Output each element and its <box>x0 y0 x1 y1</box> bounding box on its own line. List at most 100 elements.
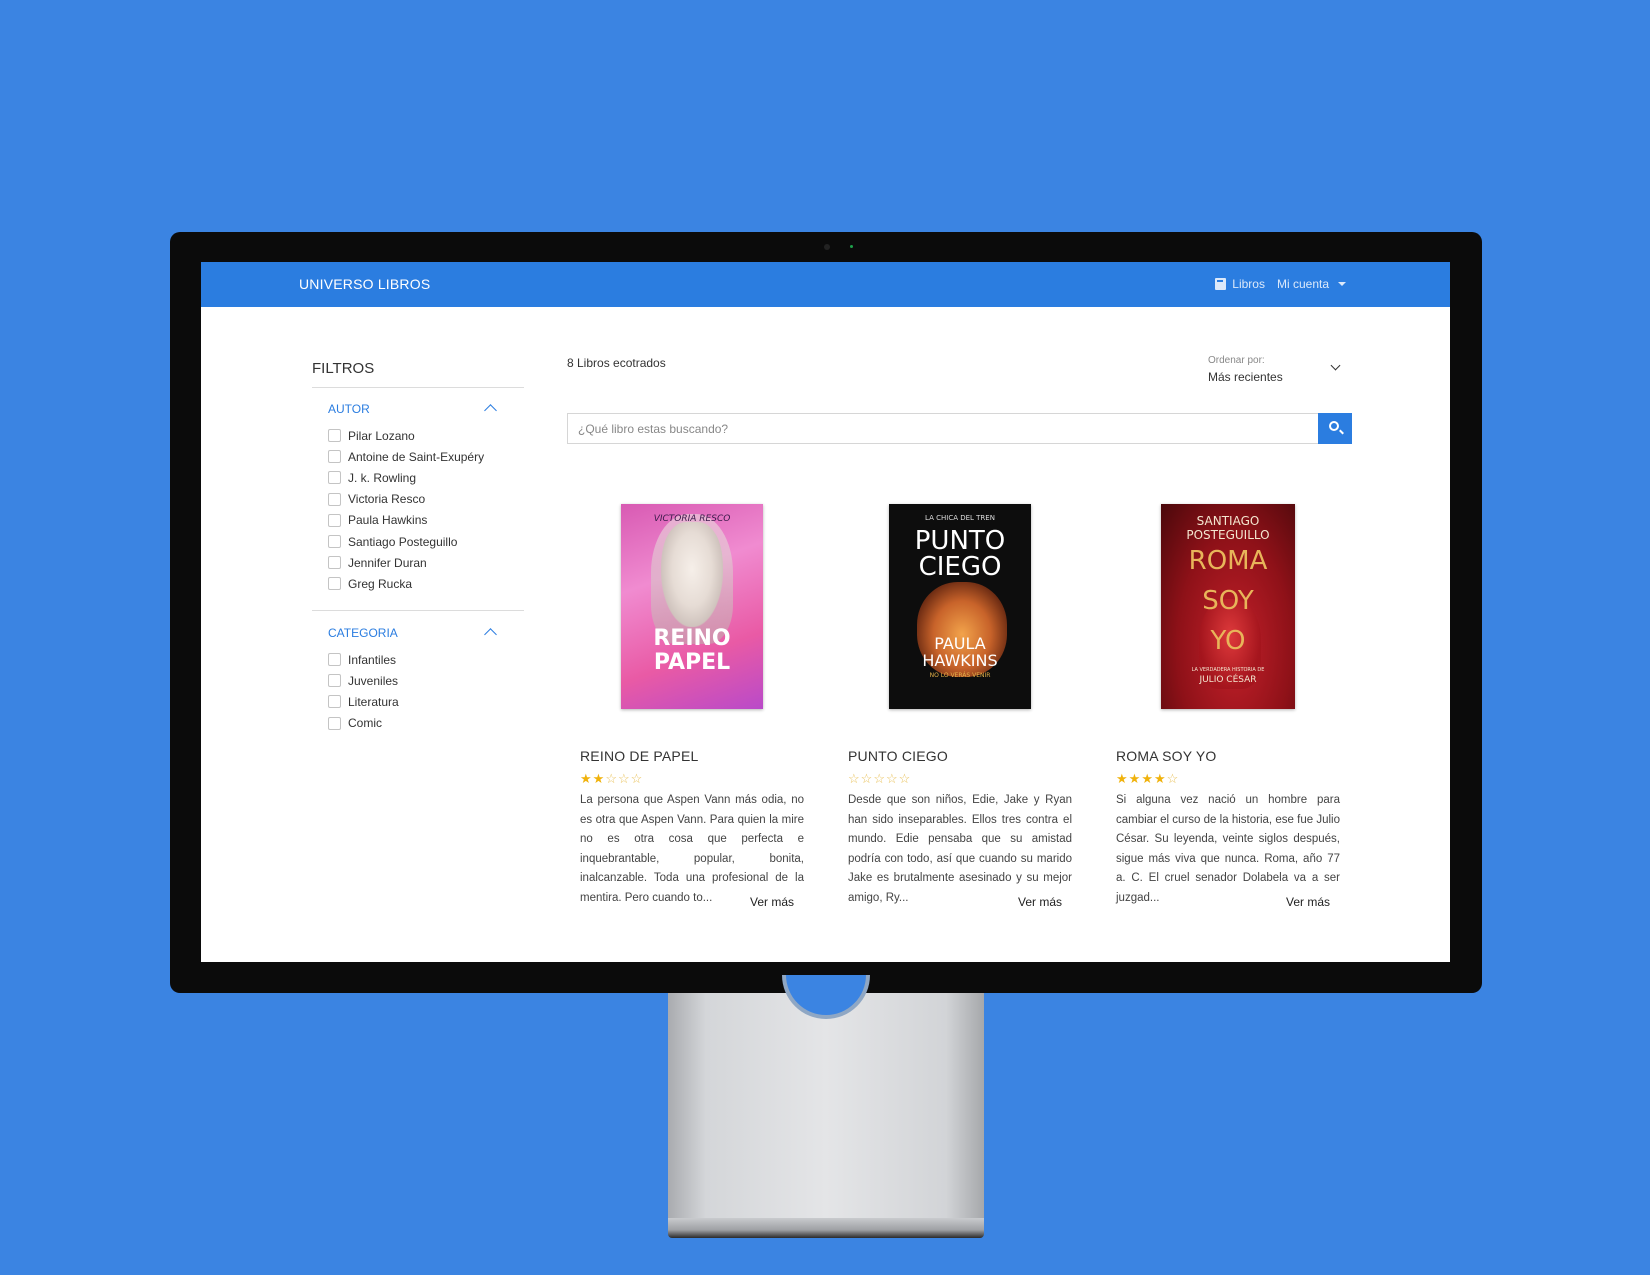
author-option[interactable]: Santiago Posteguillo <box>328 531 484 552</box>
search-icon <box>1329 421 1339 431</box>
author-option[interactable]: Greg Rucka <box>328 573 484 594</box>
cover-author: HAWKINS <box>922 651 998 670</box>
cover-tagline: JULIO CÉSAR <box>1199 675 1257 685</box>
see-more-link[interactable]: Ver más <box>750 895 794 909</box>
star-rating: ☆☆☆☆☆ <box>848 772 911 785</box>
chevron-up-icon[interactable] <box>484 404 497 417</box>
book-cover[interactable]: LA CHICA DEL TREN PUNTO CIEGO PAULA HAWK… <box>889 504 1031 709</box>
star-filled-icon: ★ <box>1141 771 1154 786</box>
star-filled-icon: ★ <box>1116 771 1129 786</box>
book-title[interactable]: PUNTO CIEGO <box>848 748 948 764</box>
checkbox[interactable] <box>328 695 341 709</box>
star-rating: ★★☆☆☆ <box>580 772 643 785</box>
search-input[interactable] <box>567 413 1318 444</box>
star-empty-icon: ☆ <box>1166 771 1180 786</box>
star-empty-icon: ☆ <box>630 771 644 786</box>
author-option[interactable]: J. k. Rowling <box>328 467 484 488</box>
book-title[interactable]: ROMA SOY YO <box>1116 748 1217 764</box>
cover-tagline: LA VERDADERA HISTORIA DE <box>1191 667 1265 673</box>
author-option-label: Jennifer Duran <box>348 555 427 570</box>
author-option-label: Paula Hawkins <box>348 513 428 528</box>
star-empty-icon: ☆ <box>898 771 912 786</box>
author-option-label: Pilar Lozano <box>348 428 415 443</box>
cover-author: POSTEGUILLO <box>1186 528 1270 542</box>
author-option-label: J. k. Rowling <box>348 470 417 485</box>
sort-value: Más recientes <box>1208 370 1283 384</box>
author-option[interactable]: Jennifer Duran <box>328 552 484 573</box>
star-filled-icon: ★ <box>1153 771 1167 786</box>
chevron-down-icon[interactable] <box>1330 360 1341 371</box>
author-option-label: Santiago Posteguillo <box>348 534 458 549</box>
see-more-link[interactable]: Ver más <box>1286 895 1330 909</box>
checkbox[interactable] <box>328 471 341 485</box>
star-filled-icon: ★ <box>580 771 593 786</box>
author-option[interactable]: Paula Hawkins <box>328 510 484 531</box>
star-empty-icon: ☆ <box>860 771 874 786</box>
category-option-label: Comic <box>348 716 383 731</box>
star-empty-icon: ☆ <box>617 771 631 786</box>
star-empty-icon: ☆ <box>848 771 861 786</box>
author-option-label: Antoine de Saint-Exupéry <box>348 449 485 464</box>
cover-title-line: ROMA <box>1188 546 1268 576</box>
star-filled-icon: ★ <box>592 771 606 786</box>
account-dropdown[interactable]: Mi cuenta <box>1277 277 1346 291</box>
screen: UNIVERSO LIBROS Libros Mi cuenta FILTROS… <box>201 262 1450 962</box>
results-count: 8 Libros ecotrados <box>567 356 666 370</box>
category-option-label: Literatura <box>348 694 399 709</box>
category-option-label: Infantiles <box>348 652 397 667</box>
navbar: UNIVERSO LIBROS Libros Mi cuenta <box>201 262 1450 307</box>
cover-title-line: SOY <box>1202 586 1254 616</box>
monitor-stand-base <box>668 1218 984 1238</box>
cover-series: LA CHICA DEL TREN <box>925 514 995 522</box>
cover-title-line: REINO <box>653 626 731 651</box>
nav-books-link[interactable]: Libros <box>1215 277 1265 291</box>
star-filled-icon: ★ <box>1128 771 1142 786</box>
checkbox[interactable] <box>328 513 341 527</box>
filters-title: FILTROS <box>312 360 375 377</box>
checkbox[interactable] <box>328 556 341 570</box>
checkbox[interactable] <box>328 674 341 688</box>
author-filter-title[interactable]: AUTOR <box>328 402 370 416</box>
author-option[interactable]: Victoria Resco <box>328 489 484 510</box>
cover-title-line: YO <box>1210 626 1246 656</box>
star-rating: ★★★★☆ <box>1116 772 1179 785</box>
checkbox[interactable] <box>328 535 341 549</box>
divider <box>312 387 524 388</box>
author-option[interactable]: Antoine de Saint-Exupéry <box>328 446 484 467</box>
category-option[interactable]: Literatura <box>328 691 399 712</box>
book-description: La persona que Aspen Vann más odia, no e… <box>580 794 804 904</box>
book-cover[interactable]: VICTORIA RESCO REINO PAPEL <box>621 504 763 709</box>
cover-author: VICTORIA RESCO <box>653 514 731 524</box>
category-option[interactable]: Comic <box>328 713 399 734</box>
account-label: Mi cuenta <box>1276 277 1329 291</box>
book-cover[interactable]: SANTIAGO POSTEGUILLO ROMA SOY YO LA VERD… <box>1161 504 1295 709</box>
author-filter-list: Pilar Lozano Antoine de Saint-Exupéry J. k… <box>328 425 484 595</box>
checkbox[interactable] <box>328 450 341 464</box>
star-empty-icon: ☆ <box>873 771 886 786</box>
checkbox[interactable] <box>328 716 341 730</box>
book-title[interactable]: REINO DE PAPEL <box>580 748 698 764</box>
brand-logo[interactable]: UNIVERSO LIBROS <box>299 276 430 292</box>
category-filter-title[interactable]: CATEGORIA <box>328 626 398 640</box>
caret-down-icon <box>1338 282 1346 286</box>
see-more-link[interactable]: Ver más <box>1018 895 1062 909</box>
checkbox[interactable] <box>328 492 341 506</box>
webcam <box>824 244 830 250</box>
cover-author: SANTIAGO <box>1196 514 1260 528</box>
author-option[interactable]: Pilar Lozano <box>328 425 484 446</box>
nav-links: Libros Mi cuenta <box>1215 277 1346 291</box>
checkbox[interactable] <box>328 429 341 443</box>
nav-books-label: Libros <box>1232 277 1265 291</box>
author-option-label: Greg Rucka <box>348 576 413 591</box>
category-option[interactable]: Juveniles <box>328 670 399 691</box>
chevron-up-icon[interactable] <box>484 628 497 641</box>
search-button[interactable] <box>1318 413 1352 444</box>
cover-art <box>661 522 723 627</box>
webcam-led <box>850 245 853 248</box>
book-icon <box>1215 278 1227 290</box>
author-option-label: Victoria Resco <box>348 492 426 507</box>
cover-title-line: PAPEL <box>653 650 731 675</box>
checkbox[interactable] <box>328 653 341 667</box>
category-option[interactable]: Infantiles <box>328 649 399 670</box>
checkbox[interactable] <box>328 577 341 591</box>
